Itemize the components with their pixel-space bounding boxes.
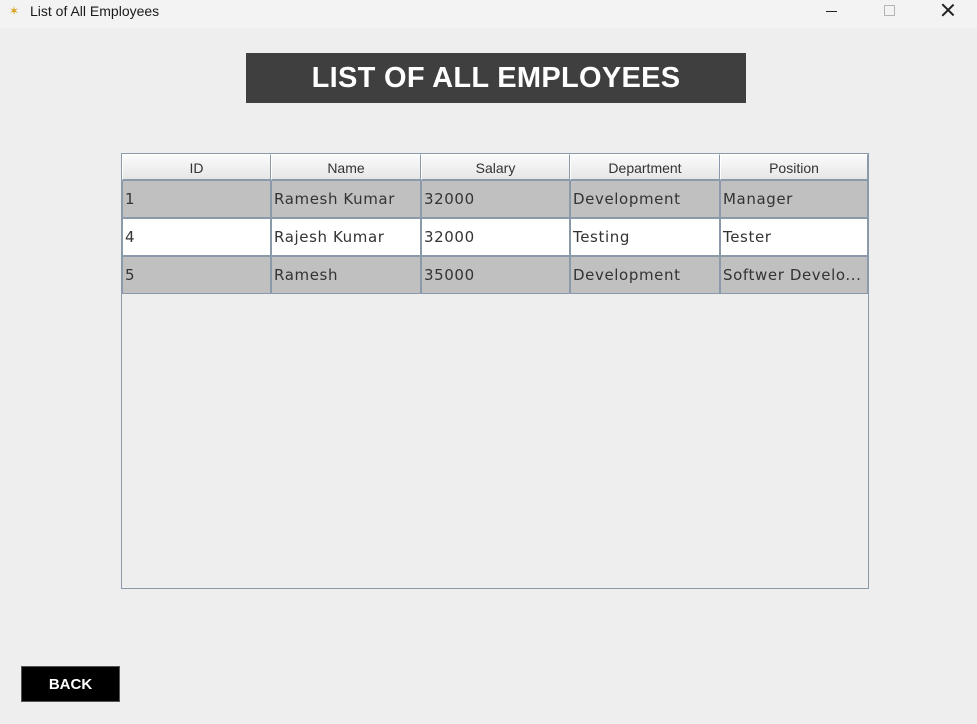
cell-id[interactable]: 4 bbox=[122, 218, 271, 256]
minimize-icon bbox=[825, 10, 837, 12]
cell-name[interactable]: Ramesh bbox=[271, 256, 421, 294]
cell-name[interactable]: Rajesh Kumar bbox=[271, 218, 421, 256]
column-header-name[interactable]: Name bbox=[271, 154, 421, 180]
cell-id[interactable]: 1 bbox=[122, 180, 271, 218]
column-header-position[interactable]: Position bbox=[720, 154, 868, 180]
close-icon bbox=[941, 3, 955, 17]
cell-department[interactable]: Development bbox=[570, 180, 720, 218]
cell-position[interactable]: Tester bbox=[720, 218, 868, 256]
cell-department[interactable]: Development bbox=[570, 256, 720, 294]
cell-department[interactable]: Testing bbox=[570, 218, 720, 256]
employee-list-window: ✶ List of All Employees LIST OF ALL EMPL… bbox=[0, 0, 977, 724]
back-button[interactable]: BACK bbox=[21, 666, 120, 702]
cell-id[interactable]: 5 bbox=[122, 256, 271, 294]
cell-position[interactable]: Manager bbox=[720, 180, 868, 218]
column-header-salary[interactable]: Salary bbox=[421, 154, 570, 180]
cell-name[interactable]: Ramesh Kumar bbox=[271, 180, 421, 218]
column-header-department[interactable]: Department bbox=[570, 154, 720, 180]
window-title: List of All Employees bbox=[30, 3, 160, 19]
employee-table[interactable]: ID Name Salary Department Position 1 Ram… bbox=[121, 153, 869, 589]
maximize-button[interactable] bbox=[866, 0, 912, 28]
cell-salary[interactable]: 35000 bbox=[421, 256, 570, 294]
table-row[interactable]: 1 Ramesh Kumar 32000 Development Manager bbox=[122, 180, 868, 218]
table-row[interactable]: 4 Rajesh Kumar 32000 Testing Tester bbox=[122, 218, 868, 256]
page-title: LIST OF ALL EMPLOYEES bbox=[246, 53, 746, 103]
cell-salary[interactable]: 32000 bbox=[421, 218, 570, 256]
java-app-icon: ✶ bbox=[9, 4, 20, 18]
maximize-icon bbox=[883, 4, 895, 16]
cell-position[interactable]: Softwer Develo... bbox=[720, 256, 868, 294]
minimize-button[interactable] bbox=[808, 0, 854, 28]
table-row[interactable]: 5 Ramesh 35000 Development Softwer Devel… bbox=[122, 256, 868, 294]
cell-salary[interactable]: 32000 bbox=[421, 180, 570, 218]
column-header-id[interactable]: ID bbox=[122, 154, 271, 180]
table-header: ID Name Salary Department Position bbox=[122, 154, 868, 180]
title-bar: ✶ List of All Employees bbox=[0, 0, 977, 28]
close-button[interactable] bbox=[925, 0, 971, 28]
